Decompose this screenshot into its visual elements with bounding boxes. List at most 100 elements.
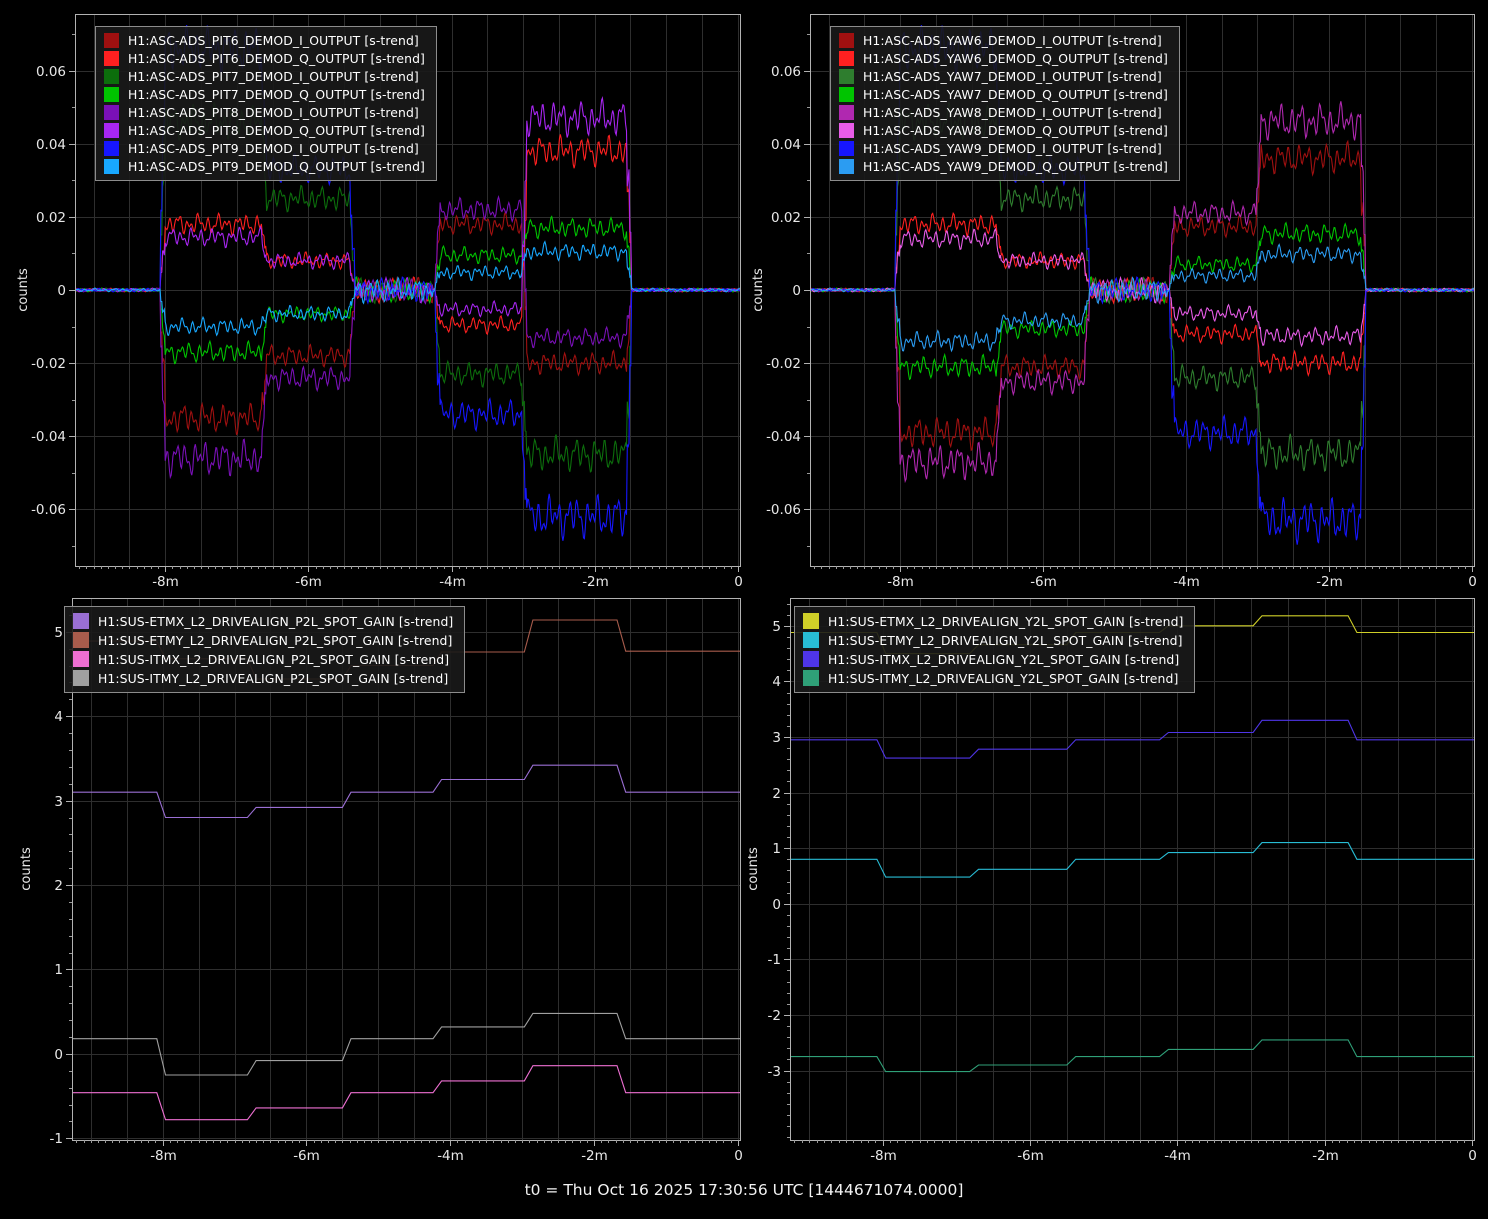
x-tick-label: -6m xyxy=(1030,574,1057,590)
x-tick-label: 0 xyxy=(734,1148,743,1164)
x-tick-label: -6m xyxy=(1017,1148,1044,1164)
legend-swatch-icon xyxy=(104,69,119,84)
legend-swatch-icon xyxy=(803,651,819,667)
legend-item: H1:ASC-ADS_YAW7_DEMOD_Q_OUTPUT [s-trend] xyxy=(839,87,1168,102)
legend-item-label: H1:ASC-ADS_YAW9_DEMOD_I_OUTPUT [s-trend] xyxy=(863,141,1162,156)
legend-item-label: H1:ASC-ADS_YAW9_DEMOD_Q_OUTPUT [s-trend] xyxy=(863,159,1168,174)
plot-panel-sus-p2l-spot-gain[interactable]: -8m-6m-4m-2m0543210-1countsH1:SUS-ETMX_L… xyxy=(0,592,748,1164)
trace-H1:SUS-ITMX_L2_DRIVEALIGN_P2L_SPOT_GAIN xyxy=(72,1066,740,1120)
legend-swatch-icon xyxy=(839,123,854,138)
legend-item-label: H1:ASC-ADS_PIT7_DEMOD_Q_OUTPUT [s-trend] xyxy=(128,87,425,102)
legend[interactable]: H1:ASC-ADS_PIT6_DEMOD_I_OUTPUT [s-trend]… xyxy=(95,26,437,181)
x-tick-label: -2m xyxy=(1312,1148,1339,1164)
legend[interactable]: H1:ASC-ADS_YAW6_DEMOD_I_OUTPUT [s-trend]… xyxy=(830,26,1180,181)
legend-item: H1:SUS-ETMY_L2_DRIVEALIGN_P2L_SPOT_GAIN … xyxy=(73,632,453,648)
legend-item-label: H1:ASC-ADS_PIT7_DEMOD_I_OUTPUT [s-trend] xyxy=(128,69,419,84)
legend-item: H1:SUS-ITMX_L2_DRIVEALIGN_P2L_SPOT_GAIN … xyxy=(73,651,453,667)
ndscope-window: { "caption": "t0 = Thu Oct 16 2025 17:30… xyxy=(0,0,1488,1219)
legend-item: H1:SUS-ETMY_L2_DRIVEALIGN_Y2L_SPOT_GAIN … xyxy=(803,632,1183,648)
y-tick-label: -3 xyxy=(768,1064,781,1080)
trace-H1:SUS-ETMX_L2_DRIVEALIGN_P2L_SPOT_GAIN xyxy=(72,765,740,817)
x-tick-label: -2m xyxy=(581,1148,608,1164)
legend-item: H1:ASC-ADS_PIT6_DEMOD_Q_OUTPUT [s-trend] xyxy=(104,51,425,66)
legend-swatch-icon xyxy=(839,87,854,102)
legend-item: H1:SUS-ETMX_L2_DRIVEALIGN_Y2L_SPOT_GAIN … xyxy=(803,613,1183,629)
legend-item: H1:ASC-ADS_YAW6_DEMOD_I_OUTPUT [s-trend] xyxy=(839,33,1168,48)
legend-item-label: H1:ASC-ADS_YAW7_DEMOD_I_OUTPUT [s-trend] xyxy=(863,69,1162,84)
x-tick-label: -6m xyxy=(293,1148,320,1164)
legend-item: H1:ASC-ADS_PIT9_DEMOD_Q_OUTPUT [s-trend] xyxy=(104,159,425,174)
plot-panel-asc-ads-yaw[interactable]: -8m-6m-4m-2m00.060.040.020-0.02-0.04-0.0… xyxy=(748,0,1488,592)
legend-swatch-icon xyxy=(839,69,854,84)
y-axis-label: counts xyxy=(748,847,761,891)
y-tick-label: 5 xyxy=(54,625,63,641)
y-tick-label: -0.06 xyxy=(31,502,66,518)
legend-item: H1:SUS-ETMX_L2_DRIVEALIGN_P2L_SPOT_GAIN … xyxy=(73,613,453,629)
legend[interactable]: H1:SUS-ETMX_L2_DRIVEALIGN_P2L_SPOT_GAIN … xyxy=(64,606,465,693)
y-tick-label: 3 xyxy=(54,794,63,810)
axis-ticks xyxy=(66,616,739,1147)
x-tick-label: -4m xyxy=(437,1148,464,1164)
legend-swatch-icon xyxy=(73,613,89,629)
legend-swatch-icon xyxy=(803,632,819,648)
y-tick-label: 2 xyxy=(772,786,781,802)
legend-item: H1:ASC-ADS_YAW9_DEMOD_I_OUTPUT [s-trend] xyxy=(839,141,1168,156)
y-axis-label: counts xyxy=(19,847,34,891)
traces xyxy=(72,620,740,1120)
legend-item-label: H1:SUS-ETMX_L2_DRIVEALIGN_Y2L_SPOT_GAIN … xyxy=(828,614,1183,629)
legend-item-label: H1:SUS-ITMY_L2_DRIVEALIGN_Y2L_SPOT_GAIN … xyxy=(828,671,1178,686)
legend-item-label: H1:ASC-ADS_PIT9_DEMOD_I_OUTPUT [s-trend] xyxy=(128,141,419,156)
legend-swatch-icon xyxy=(104,33,119,48)
legend-item-label: H1:ASC-ADS_YAW8_DEMOD_I_OUTPUT [s-trend] xyxy=(863,105,1162,120)
legend-swatch-icon xyxy=(839,159,854,174)
legend-item-label: H1:ASC-ADS_PIT6_DEMOD_I_OUTPUT [s-trend] xyxy=(128,33,419,48)
y-tick-label: 1 xyxy=(772,841,781,857)
trace-H1:SUS-ITMY_L2_DRIVEALIGN_Y2L_SPOT_GAIN xyxy=(790,1040,1474,1072)
legend-item-label: H1:ASC-ADS_YAW6_DEMOD_Q_OUTPUT [s-trend] xyxy=(863,51,1168,66)
x-tick-label: -6m xyxy=(295,574,322,590)
legend-swatch-icon xyxy=(803,670,819,686)
y-tick-label: -0.04 xyxy=(31,429,66,445)
y-tick-label: -0.06 xyxy=(766,502,801,518)
plot-panel-asc-ads-pit[interactable]: -8m-6m-4m-2m00.060.040.020-0.02-0.04-0.0… xyxy=(0,0,748,592)
x-tick-label: -8m xyxy=(887,574,914,590)
legend-item: H1:ASC-ADS_YAW9_DEMOD_Q_OUTPUT [s-trend] xyxy=(839,159,1168,174)
y-tick-label: -1 xyxy=(50,1131,63,1147)
y-tick-label: -0.04 xyxy=(766,429,801,445)
legend-swatch-icon xyxy=(839,105,854,120)
legend-item: H1:ASC-ADS_PIT6_DEMOD_I_OUTPUT [s-trend] xyxy=(104,33,425,48)
legend-item-label: H1:ASC-ADS_PIT9_DEMOD_Q_OUTPUT [s-trend] xyxy=(128,159,425,174)
legend-swatch-icon xyxy=(104,123,119,138)
legend-item-label: H1:SUS-ETMX_L2_DRIVEALIGN_P2L_SPOT_GAIN … xyxy=(98,614,453,629)
x-tick-label: -8m xyxy=(870,1148,897,1164)
y-tick-label: -0.02 xyxy=(766,356,801,372)
legend-item-label: H1:SUS-ETMY_L2_DRIVEALIGN_Y2L_SPOT_GAIN … xyxy=(828,633,1183,648)
plot-panel-sus-y2l-spot-gain[interactable]: -8m-6m-4m-2m0543210-1-2-3countsH1:SUS-ET… xyxy=(748,592,1488,1164)
legend-swatch-icon xyxy=(104,105,119,120)
x-tick-label: -2m xyxy=(1316,574,1343,590)
y-tick-label: 0 xyxy=(772,897,781,913)
y-tick-label: 5 xyxy=(772,619,781,635)
legend-swatch-icon xyxy=(839,51,854,66)
x-tick-label: -4m xyxy=(1173,574,1200,590)
legend-item-label: H1:SUS-ITMX_L2_DRIVEALIGN_Y2L_SPOT_GAIN … xyxy=(828,652,1179,667)
legend-item-label: H1:ASC-ADS_YAW7_DEMOD_Q_OUTPUT [s-trend] xyxy=(863,87,1168,102)
legend-swatch-icon xyxy=(104,51,119,66)
x-tick-label: -2m xyxy=(582,574,609,590)
legend-swatch-icon xyxy=(104,141,119,156)
legend-swatch-icon xyxy=(839,141,854,156)
y-tick-label: 0.06 xyxy=(36,64,66,80)
x-tick-label: 0 xyxy=(734,574,743,590)
y-tick-label: 2 xyxy=(54,878,63,894)
legend[interactable]: H1:SUS-ETMX_L2_DRIVEALIGN_Y2L_SPOT_GAIN … xyxy=(794,606,1195,693)
y-tick-label: 0.02 xyxy=(36,210,66,226)
y-tick-label: -2 xyxy=(768,1008,781,1024)
y-tick-label: 0 xyxy=(792,283,801,299)
axis-labels: -8m-6m-4m-2m0543210-1 xyxy=(50,625,743,1164)
legend-item-label: H1:SUS-ITMY_L2_DRIVEALIGN_P2L_SPOT_GAIN … xyxy=(98,671,448,686)
legend-item-label: H1:SUS-ITMX_L2_DRIVEALIGN_P2L_SPOT_GAIN … xyxy=(98,652,449,667)
x-tick-label: -8m xyxy=(150,1148,177,1164)
trace-H1:SUS-ETMY_L2_DRIVEALIGN_Y2L_SPOT_GAIN xyxy=(790,843,1474,878)
trace-H1:ASC-ADS_PIT6_DEMOD_I_OUTPUT xyxy=(75,212,740,434)
y-tick-label: 0.02 xyxy=(771,210,801,226)
